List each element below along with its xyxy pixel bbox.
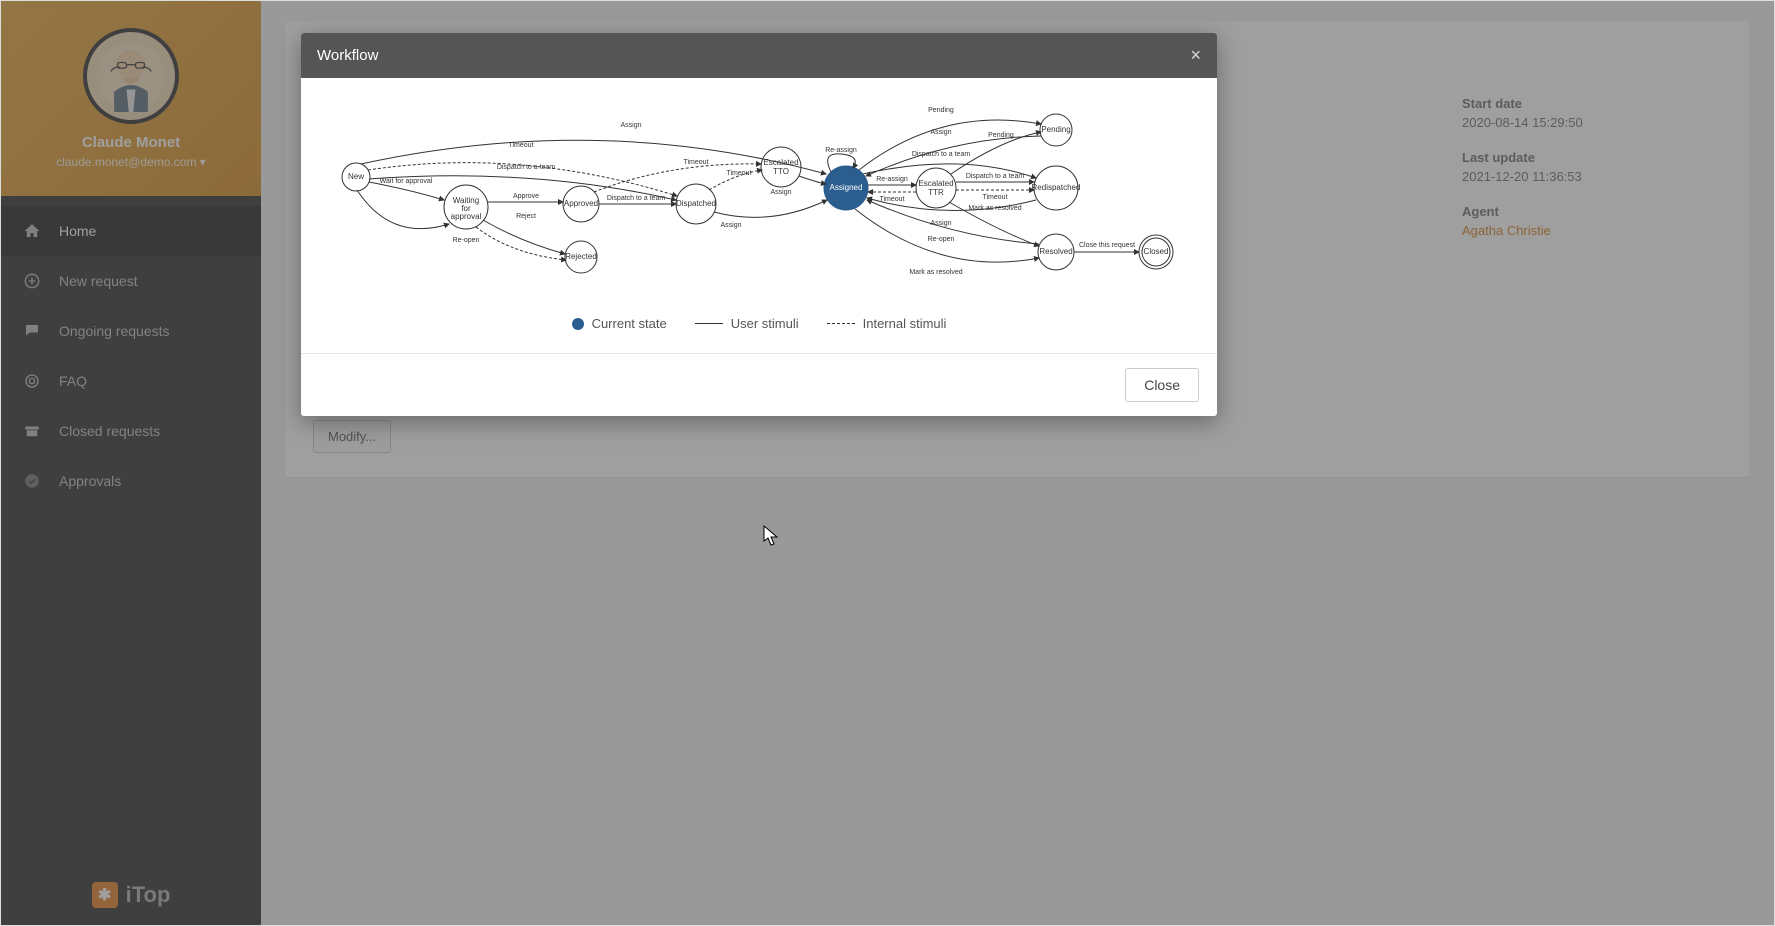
- svg-text:Approve: Approve: [513, 193, 539, 200]
- diagram-legend: Current state User stimuli Internal stim…: [301, 302, 1217, 343]
- modal-title: Workflow: [317, 47, 378, 64]
- modal-footer: Close: [301, 353, 1217, 416]
- legend-current: Current state: [572, 316, 667, 331]
- workflow-modal: Workflow × New: [301, 33, 1217, 416]
- state-new: New: [342, 163, 370, 191]
- svg-text:Closed: Closed: [1144, 247, 1169, 256]
- close-button[interactable]: Close: [1125, 368, 1199, 402]
- svg-text:Re-open: Re-open: [453, 237, 480, 244]
- state-redispatched: Redispatched: [1032, 166, 1081, 210]
- svg-text:Re-assign: Re-assign: [825, 147, 857, 154]
- workflow-diagram: New Waiting for approval Approved R: [301, 82, 1217, 302]
- line-dashed-icon: [827, 323, 855, 324]
- svg-text:Rejected: Rejected: [565, 252, 597, 261]
- svg-text:Re-assign: Re-assign: [876, 176, 908, 183]
- state-waiting-approval: Waiting for approval: [444, 185, 488, 229]
- svg-text:Mark as resolved: Mark as resolved: [909, 269, 962, 276]
- svg-text:Dispatched: Dispatched: [676, 199, 716, 208]
- svg-text:Wait for approval: Wait for approval: [380, 178, 433, 185]
- svg-text:Pending: Pending: [928, 107, 954, 114]
- svg-text:TTO: TTO: [773, 167, 789, 176]
- close-icon[interactable]: ×: [1190, 45, 1201, 66]
- svg-text:New: New: [348, 172, 364, 181]
- svg-text:Redispatched: Redispatched: [1032, 183, 1081, 192]
- svg-text:Assign: Assign: [930, 220, 951, 227]
- svg-text:Assigned: Assigned: [830, 183, 863, 192]
- svg-text:Re-open: Re-open: [928, 236, 955, 243]
- svg-text:Assign: Assign: [930, 129, 951, 136]
- svg-text:Timeout: Timeout: [982, 194, 1007, 201]
- state-pending: Pending: [1040, 114, 1072, 146]
- svg-text:Mark as resolved: Mark as resolved: [968, 205, 1021, 212]
- svg-text:approval: approval: [451, 212, 482, 221]
- svg-text:Close this request: Close this request: [1079, 242, 1135, 249]
- svg-text:Timeout: Timeout: [726, 170, 751, 177]
- dot-icon: [572, 318, 584, 330]
- svg-text:Pending: Pending: [1041, 125, 1070, 134]
- svg-text:Assign: Assign: [720, 222, 741, 229]
- svg-text:Dispatch to a team: Dispatch to a team: [497, 164, 556, 171]
- svg-text:Assign: Assign: [620, 122, 641, 129]
- svg-text:Timeout: Timeout: [683, 159, 708, 166]
- svg-text:Assign: Assign: [770, 189, 791, 196]
- svg-text:TTR: TTR: [928, 188, 944, 197]
- legend-user: User stimuli: [695, 316, 799, 331]
- svg-text:Approved: Approved: [564, 199, 598, 208]
- svg-text:Dispatch to a team: Dispatch to a team: [912, 151, 971, 158]
- svg-text:Pending: Pending: [988, 132, 1014, 139]
- state-escalated-tto: Escalated TTO: [761, 147, 801, 187]
- state-approved: Approved: [563, 186, 599, 222]
- line-solid-icon: [695, 323, 723, 324]
- modal-body: New Waiting for approval Approved R: [301, 78, 1217, 353]
- state-dispatched: Dispatched: [676, 184, 716, 224]
- svg-text:Dispatch to a team: Dispatch to a team: [966, 173, 1025, 180]
- svg-text:Timeout: Timeout: [508, 142, 533, 149]
- state-assigned: Assigned: [824, 166, 868, 210]
- svg-text:Reject: Reject: [516, 213, 536, 220]
- state-rejected: Rejected: [565, 241, 597, 273]
- state-closed: Closed: [1139, 235, 1173, 269]
- modal-header: Workflow ×: [301, 33, 1217, 78]
- svg-text:Resolved: Resolved: [1039, 247, 1072, 256]
- svg-text:Dispatch to a team: Dispatch to a team: [607, 195, 666, 202]
- state-resolved: Resolved: [1038, 234, 1074, 270]
- svg-text:Escalated: Escalated: [918, 179, 953, 188]
- legend-internal: Internal stimuli: [827, 316, 947, 331]
